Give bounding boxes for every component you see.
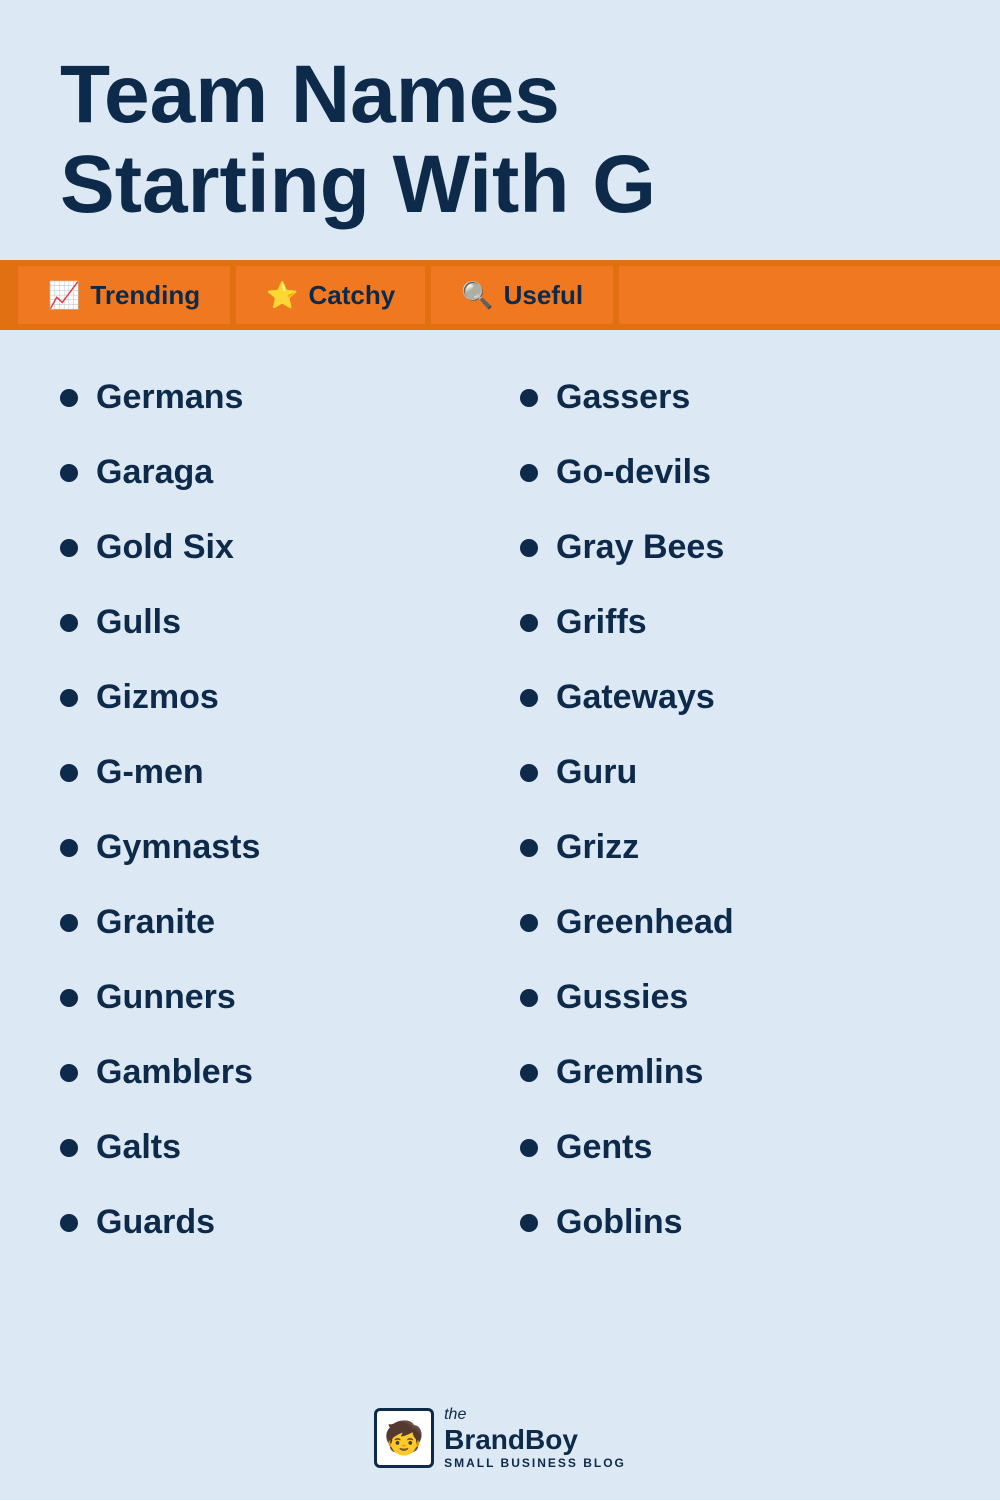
item-text: Gussies xyxy=(556,978,688,1017)
item-text: Granite xyxy=(96,903,215,942)
list-item: Gymnasts xyxy=(60,810,480,885)
item-text: Gunners xyxy=(96,978,236,1017)
item-text: Grizz xyxy=(556,828,639,867)
footer: 🧒 the BrandBoy SMALL BUSINESS BLOG xyxy=(0,1376,1000,1500)
useful-icon: 🔍 xyxy=(461,280,493,311)
list-item: Gremlins xyxy=(520,1035,940,1110)
list-item: Galts xyxy=(60,1110,480,1185)
list-item: Granite xyxy=(60,885,480,960)
list-column-left: Germans Garaga Gold Six Gulls Gizmos G-m… xyxy=(60,360,480,1260)
bullet xyxy=(520,539,538,557)
tab-useful-label: Useful xyxy=(504,280,583,311)
list-item: Greenhead xyxy=(520,885,940,960)
item-text: Gizmos xyxy=(96,678,219,717)
list-grid: Germans Garaga Gold Six Gulls Gizmos G-m… xyxy=(60,360,940,1260)
page-title: Team Names Starting With G xyxy=(60,50,940,230)
list-item: Gamblers xyxy=(60,1035,480,1110)
item-text: G-men xyxy=(96,753,204,792)
bullet xyxy=(520,1214,538,1232)
list-item: Gold Six xyxy=(60,510,480,585)
logo-brand: BrandBoy xyxy=(444,1424,578,1456)
bullet xyxy=(60,389,78,407)
bullet xyxy=(520,989,538,1007)
list-item: Gateways xyxy=(520,660,940,735)
list-item: Germans xyxy=(60,360,480,435)
list-item: Gents xyxy=(520,1110,940,1185)
logo-the: the xyxy=(444,1406,466,1424)
item-text: Garaga xyxy=(96,453,213,492)
tabs-bar: 📈 Trending ⭐ Catchy 🔍 Useful xyxy=(0,260,1000,330)
logo-text: the BrandBoy SMALL BUSINESS BLOG xyxy=(444,1406,626,1470)
logo-subtitle: SMALL BUSINESS BLOG xyxy=(444,1456,626,1470)
right-accent xyxy=(619,266,1000,324)
list-item: Gunners xyxy=(60,960,480,1035)
item-text: Gymnasts xyxy=(96,828,260,867)
bullet xyxy=(60,1139,78,1157)
tab-useful[interactable]: 🔍 Useful xyxy=(431,266,619,324)
list-item: Gulls xyxy=(60,585,480,660)
item-text: Griffs xyxy=(556,603,647,642)
list-item: Gassers xyxy=(520,360,940,435)
tab-catchy-label: Catchy xyxy=(309,280,396,311)
list-item: Gussies xyxy=(520,960,940,1035)
item-text: Guards xyxy=(96,1203,215,1242)
item-text: Goblins xyxy=(556,1203,683,1242)
item-text: Gents xyxy=(556,1128,652,1167)
list-item: Grizz xyxy=(520,810,940,885)
tab-trending[interactable]: 📈 Trending xyxy=(18,266,236,324)
trending-icon: 📈 xyxy=(48,280,80,311)
list-item: G-men xyxy=(60,735,480,810)
item-text: Guru xyxy=(556,753,637,792)
header: Team Names Starting With G xyxy=(0,0,1000,260)
list-item: Guards xyxy=(60,1185,480,1260)
item-text: Gremlins xyxy=(556,1053,703,1092)
bullet xyxy=(60,1064,78,1082)
item-text: Go-devils xyxy=(556,453,711,492)
bullet xyxy=(520,1139,538,1157)
list-item: Go-devils xyxy=(520,435,940,510)
tab-catchy[interactable]: ⭐ Catchy xyxy=(236,266,431,324)
bullet xyxy=(60,689,78,707)
bullet xyxy=(60,839,78,857)
item-text: Gamblers xyxy=(96,1053,253,1092)
item-text: Galts xyxy=(96,1128,181,1167)
bullet xyxy=(60,1214,78,1232)
item-text: Gulls xyxy=(96,603,181,642)
bullet xyxy=(520,389,538,407)
tab-trending-label: Trending xyxy=(90,280,200,311)
bullet xyxy=(60,989,78,1007)
list-item: Garaga xyxy=(60,435,480,510)
bullet xyxy=(520,764,538,782)
bullet xyxy=(520,1064,538,1082)
bullet xyxy=(60,464,78,482)
brand-logo: 🧒 the BrandBoy SMALL BUSINESS BLOG xyxy=(374,1406,626,1470)
item-text: Gassers xyxy=(556,378,690,417)
catchy-icon: ⭐ xyxy=(266,280,298,311)
bullet xyxy=(60,914,78,932)
content-area: Germans Garaga Gold Six Gulls Gizmos G-m… xyxy=(0,330,1000,1376)
item-text: Germans xyxy=(96,378,243,417)
list-item: Goblins xyxy=(520,1185,940,1260)
bullet xyxy=(60,539,78,557)
bullet xyxy=(520,464,538,482)
bullet xyxy=(520,839,538,857)
bullet xyxy=(520,914,538,932)
item-text: Gold Six xyxy=(96,528,234,567)
bullet xyxy=(520,689,538,707)
list-column-right: Gassers Go-devils Gray Bees Griffs Gatew… xyxy=(520,360,940,1260)
item-text: Greenhead xyxy=(556,903,734,942)
list-item: Gray Bees xyxy=(520,510,940,585)
logo-icon: 🧒 xyxy=(374,1408,434,1468)
left-accent xyxy=(0,266,18,324)
bullet xyxy=(520,614,538,632)
item-text: Gray Bees xyxy=(556,528,724,567)
list-item: Gizmos xyxy=(60,660,480,735)
list-item: Guru xyxy=(520,735,940,810)
bullet xyxy=(60,614,78,632)
bullet xyxy=(60,764,78,782)
list-item: Griffs xyxy=(520,585,940,660)
item-text: Gateways xyxy=(556,678,715,717)
